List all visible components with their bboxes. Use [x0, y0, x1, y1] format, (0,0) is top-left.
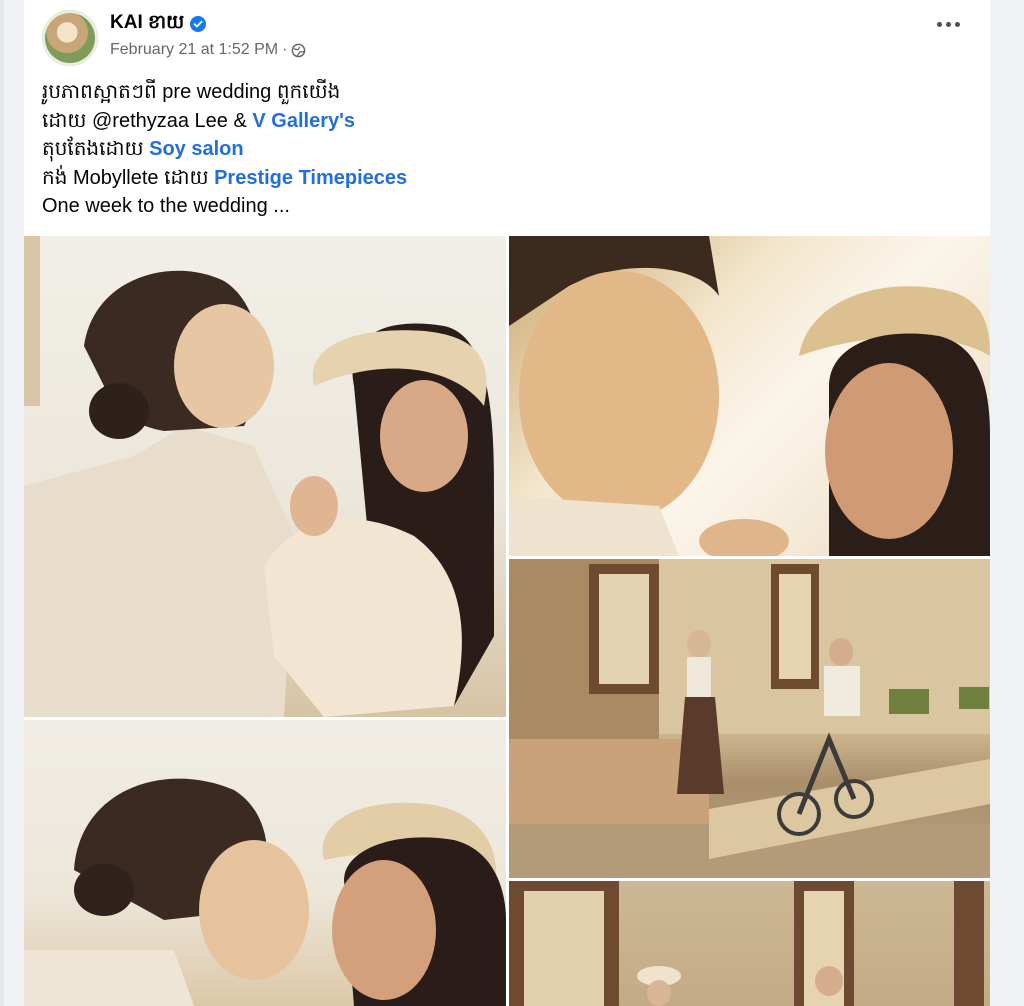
left-edge-divider [0, 0, 4, 1006]
post-photo-4[interactable] [24, 720, 506, 1006]
author-row: KAI ខាយ [110, 10, 207, 38]
more-options-icon[interactable] [937, 22, 960, 27]
post-photo-5[interactable] [509, 881, 990, 1006]
post-photo-1[interactable] [24, 236, 506, 717]
post-timestamp[interactable]: February 21 at 1:52 PM [110, 41, 278, 59]
post-text-line-1: រូបភាពស្អាតៗពី pre wedding ពួកយើង [42, 81, 341, 103]
author-avatar[interactable] [42, 10, 98, 66]
post-text-line-2: ដោយ @rethyzaa Lee & V Gallery's [42, 109, 355, 132]
post-card: KAI ខាយ February 21 at 1:52 PM · រូបភាពស… [24, 0, 990, 1006]
verified-badge-icon [190, 16, 207, 32]
post-text-line-3: តុបតែងដោយ Soy salon [42, 138, 244, 160]
post-photo-3[interactable] [509, 559, 990, 878]
post-text-line-4: កង់ Mobyllete ដោយ Prestige Timepieces [42, 166, 408, 189]
post-photo-2[interactable] [509, 236, 990, 556]
post-meta: February 21 at 1:52 PM · [110, 41, 306, 59]
author-name[interactable]: KAI ខាយ [110, 10, 184, 38]
post-text: រូបភាពស្អាតៗពី pre wedding ពួកយើង ដោយ @r… [42, 78, 407, 221]
meta-separator: · [282, 41, 288, 58]
post-text-line-5: One week to the wedding ... [42, 195, 290, 217]
prestige-timepieces-link[interactable]: Prestige Timepieces [214, 167, 407, 189]
globe-icon[interactable] [291, 43, 306, 58]
soy-salon-link[interactable]: Soy salon [149, 138, 243, 160]
v-gallery-link[interactable]: V Gallery's [252, 110, 355, 132]
